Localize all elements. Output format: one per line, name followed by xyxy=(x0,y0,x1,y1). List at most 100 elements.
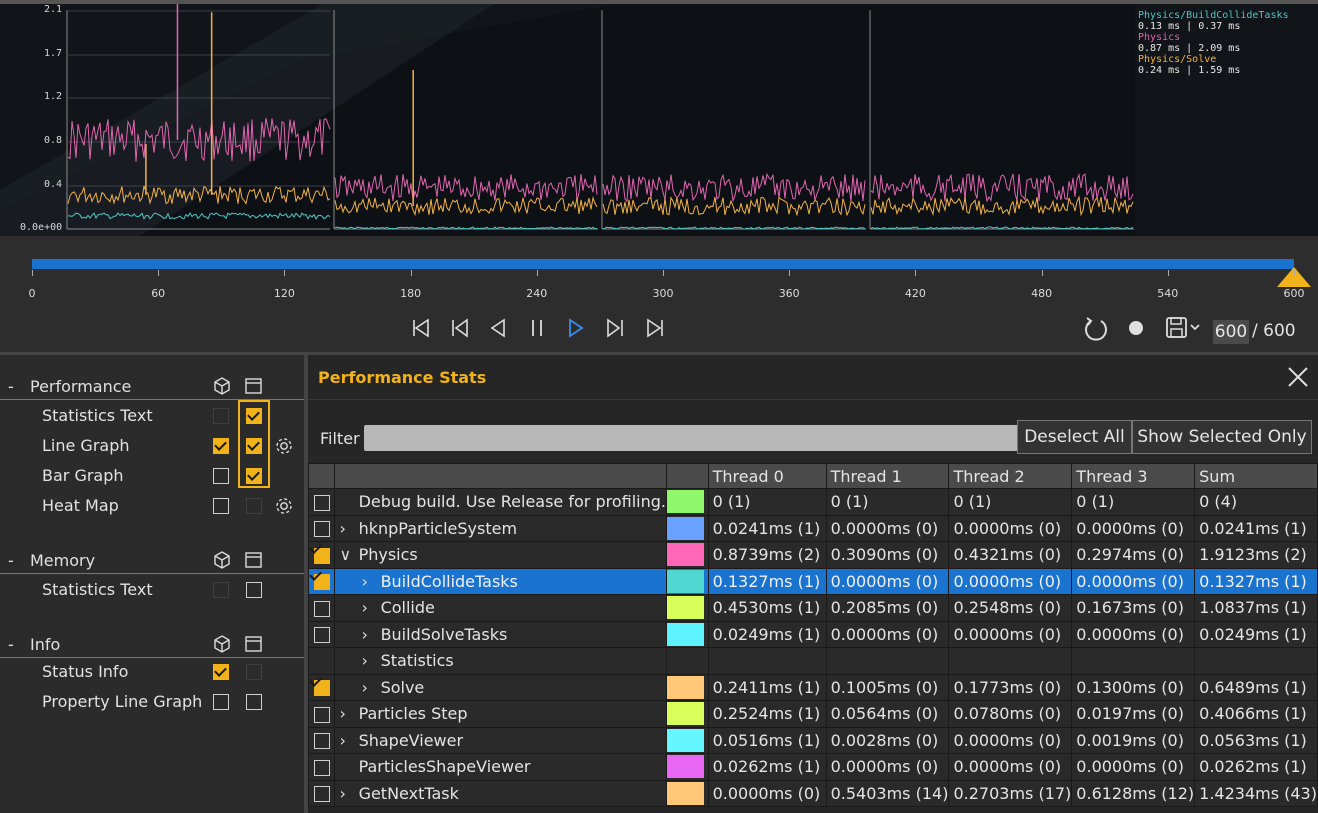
row-name-cell[interactable]: › ShapeViewer xyxy=(334,726,667,754)
row-checkbox[interactable] xyxy=(313,574,330,591)
record-button[interactable] xyxy=(1123,315,1149,341)
table-row[interactable]: › Collide 0.4530ms (1) 0.2085ms (0) 0.2548m… xyxy=(307,594,1318,622)
table-row[interactable]: › Particles Step 0.2524ms (1) 0.0564ms (0)… xyxy=(307,700,1318,728)
color-swatch-cell[interactable] xyxy=(665,779,709,807)
color-swatch[interactable] xyxy=(667,675,704,699)
table-row[interactable]: › BuildCollideTasks 0.1327ms (1) 0.0000ms … xyxy=(307,567,1318,595)
table-row[interactable]: › GetNextTask 0.0000ms (0) 0.5403ms (14) 0.… xyxy=(307,779,1318,807)
row-checkbox[interactable] xyxy=(313,521,330,538)
expand-chevron-icon[interactable]: › xyxy=(339,704,353,723)
row-name-cell[interactable]: › Statistics xyxy=(334,647,667,675)
expand-chevron-icon[interactable]: › xyxy=(339,519,353,538)
column-header-thread-1[interactable]: Thread 1 xyxy=(825,463,950,489)
row-name-cell[interactable]: › Solve xyxy=(334,673,667,701)
close-icon[interactable] xyxy=(1286,365,1310,389)
row-checkbox-cell[interactable] xyxy=(307,726,336,754)
row-checkbox-cell[interactable] xyxy=(307,647,336,675)
expand-chevron-icon[interactable]: ∨ xyxy=(339,545,353,564)
row-checkbox-cell[interactable] xyxy=(307,594,336,622)
loop-button[interactable] xyxy=(1083,316,1109,342)
column-header-thread-3[interactable]: Thread 3 xyxy=(1071,463,1196,489)
save-dropdown-button[interactable] xyxy=(1165,315,1205,341)
row-checkbox[interactable] xyxy=(313,759,330,776)
row-checkbox-cell[interactable] xyxy=(307,700,336,728)
row-checkbox-cell[interactable] xyxy=(307,753,336,781)
skip-to-end-button[interactable] xyxy=(642,315,668,341)
play-button[interactable] xyxy=(563,315,589,341)
collapse-toggle[interactable]: - xyxy=(8,377,14,396)
row-checkbox[interactable] xyxy=(313,680,330,697)
option-checkbox-3d[interactable] xyxy=(213,664,229,680)
expand-chevron-icon[interactable]: › xyxy=(361,651,375,670)
color-swatch[interactable] xyxy=(667,622,704,646)
filter-input[interactable] xyxy=(364,425,1020,451)
table-row[interactable]: › BuildSolveTasks 0.0249ms (1) 0.0000ms (0… xyxy=(307,620,1318,648)
table-row[interactable]: › Statistics xyxy=(307,647,1318,675)
row-checkbox[interactable] xyxy=(313,733,330,750)
show-selected-only-button[interactable]: Show Selected Only xyxy=(1132,420,1312,454)
table-row[interactable]: › ShapeViewer 0.0516ms (1) 0.0028ms (0) 0.0… xyxy=(307,726,1318,754)
table-row[interactable]: Debug build. Use Release for profiling. 0… xyxy=(307,488,1318,516)
header-name-col[interactable] xyxy=(334,463,667,489)
color-swatch[interactable] xyxy=(667,543,704,567)
table-row[interactable]: ∨ Physics 0.8739ms (2) 0.3090ms (0) 0.4321m… xyxy=(307,541,1318,569)
color-swatch[interactable] xyxy=(667,702,704,726)
color-swatch-cell[interactable] xyxy=(665,726,709,754)
color-swatch-cell[interactable] xyxy=(665,700,709,728)
option-checkbox-window[interactable] xyxy=(246,694,262,710)
row-checkbox-cell[interactable] xyxy=(307,541,336,569)
row-checkbox-cell[interactable] xyxy=(307,567,336,595)
timeline-scrubber-handle[interactable] xyxy=(1276,265,1312,289)
color-swatch-cell[interactable] xyxy=(665,514,709,542)
row-name-cell[interactable]: ∨ Physics xyxy=(334,541,667,569)
option-checkbox-3d[interactable] xyxy=(213,438,229,454)
row-name-cell[interactable]: › hknpParticleSystem xyxy=(334,514,667,542)
expand-chevron-icon[interactable]: › xyxy=(339,731,353,750)
pause-button[interactable] xyxy=(524,315,550,341)
row-checkbox[interactable] xyxy=(313,547,330,564)
row-checkbox[interactable] xyxy=(313,600,330,617)
row-checkbox-cell[interactable] xyxy=(307,779,336,807)
step-forward-button[interactable] xyxy=(603,315,629,341)
color-swatch[interactable] xyxy=(667,728,704,752)
gear-icon[interactable] xyxy=(274,436,294,456)
row-checkbox-cell[interactable] xyxy=(307,620,336,648)
color-swatch[interactable] xyxy=(667,781,704,805)
expand-chevron-icon[interactable]: › xyxy=(361,572,375,591)
option-checkbox-3d[interactable] xyxy=(213,694,229,710)
color-swatch[interactable] xyxy=(667,596,704,620)
color-swatch-cell[interactable] xyxy=(665,673,709,701)
row-name-cell[interactable]: › Particles Step xyxy=(334,700,667,728)
table-row[interactable]: ParticlesShapeViewer 0.0262ms (1) 0.0000ms… xyxy=(307,753,1318,781)
collapse-toggle[interactable]: - xyxy=(8,635,14,654)
collapse-toggle[interactable]: - xyxy=(8,551,14,570)
row-name-cell[interactable]: › Collide xyxy=(334,594,667,622)
expand-chevron-icon[interactable]: › xyxy=(361,625,375,644)
row-checkbox-cell[interactable] xyxy=(307,673,336,701)
timeline-track[interactable] xyxy=(32,259,1294,269)
option-checkbox-3d[interactable] xyxy=(213,498,229,514)
column-header-thread-2[interactable]: Thread 2 xyxy=(948,463,1073,489)
column-header-thread-0[interactable]: Thread 0 xyxy=(707,463,827,489)
color-swatch-cell[interactable] xyxy=(665,647,709,675)
color-swatch-cell[interactable] xyxy=(665,594,709,622)
row-name-cell[interactable]: › BuildSolveTasks xyxy=(334,620,667,648)
row-name-cell[interactable]: › BuildCollideTasks xyxy=(334,567,667,595)
table-row[interactable]: › Solve 0.2411ms (1) 0.1005ms (0) 0.1773ms … xyxy=(307,673,1318,701)
color-swatch-cell[interactable] xyxy=(665,753,709,781)
expand-chevron-icon[interactable]: › xyxy=(339,784,353,803)
play-backward-button[interactable] xyxy=(485,315,511,341)
row-name-cell[interactable]: › GetNextTask xyxy=(334,779,667,807)
color-swatch[interactable] xyxy=(667,569,704,593)
row-checkbox-cell[interactable] xyxy=(307,514,336,542)
row-name-cell[interactable]: ParticlesShapeViewer xyxy=(334,753,667,781)
row-name-cell[interactable]: Debug build. Use Release for profiling. xyxy=(334,488,667,516)
color-swatch[interactable] xyxy=(667,755,704,779)
current-frame-input[interactable]: 600 xyxy=(1213,320,1249,344)
skip-to-start-button[interactable] xyxy=(408,315,434,341)
expand-chevron-icon[interactable]: › xyxy=(361,678,375,697)
color-swatch-cell[interactable] xyxy=(665,541,709,569)
color-swatch-cell[interactable] xyxy=(665,567,709,595)
table-row[interactable]: › hknpParticleSystem 0.0241ms (1) 0.0000ms… xyxy=(307,514,1318,542)
color-swatch-cell[interactable] xyxy=(665,488,709,516)
